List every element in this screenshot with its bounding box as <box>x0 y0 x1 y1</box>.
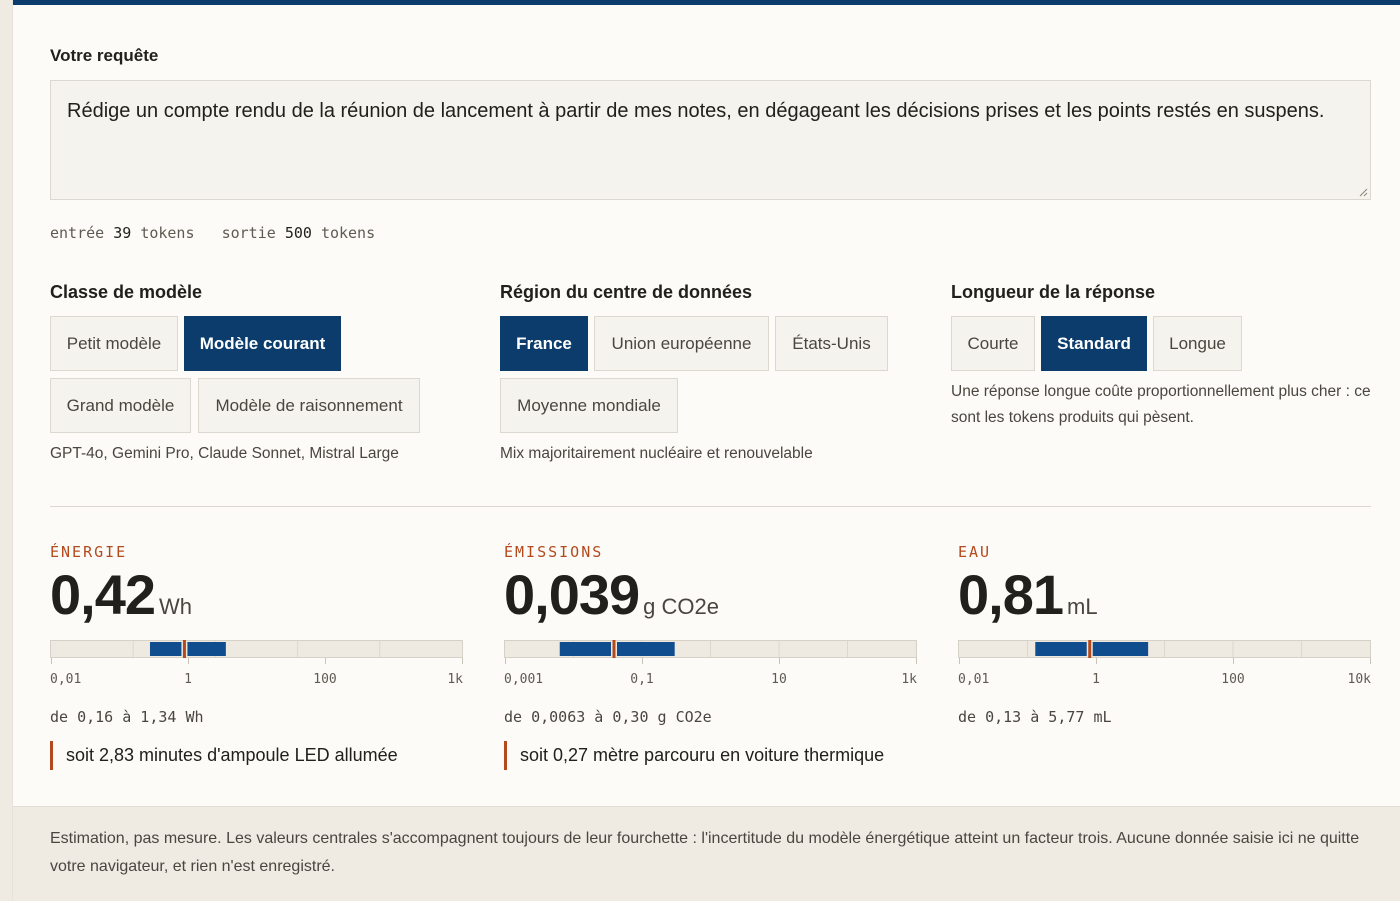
water-range: de 0,13 à 5,77 mL <box>958 708 1112 726</box>
output-tokens-unit: tokens <box>320 224 376 242</box>
option-region-world[interactable]: Moyenne mondiale <box>500 378 678 433</box>
energy-value: 0,42 <box>50 563 156 626</box>
emissions-value-block: 0,039 g CO2e <box>504 562 719 627</box>
disclaimer-footer: Estimation, pas mesure. Les valeurs cent… <box>13 806 1400 901</box>
water-range-bar <box>958 640 1371 658</box>
emissions-label: ÉMISSIONS <box>504 543 604 561</box>
water-tick-label: 100 <box>1221 672 1245 687</box>
emissions-tick-mark <box>916 658 917 664</box>
water-label: EAU <box>958 543 992 561</box>
emissions-tick-mark <box>642 658 643 664</box>
energy-label: ÉNERGIE <box>50 543 128 561</box>
water-tick-mark <box>1096 658 1097 664</box>
region-hint: Mix majoritairement nucléaire et renouve… <box>500 445 813 462</box>
emissions-tick-label: 0,001 <box>504 672 544 687</box>
energy-tick-mark <box>325 658 326 664</box>
region-title: Région du centre de données <box>500 282 753 302</box>
water-value-block: 0,81 mL <box>958 562 1098 627</box>
input-tokens-value: 39 <box>113 224 132 242</box>
energy-equivalent: soit 2,83 minutes d'ampoule LED allumée <box>50 741 398 770</box>
length-title: Longueur de la réponse <box>951 282 1156 302</box>
water-range-low-segment <box>1035 642 1087 656</box>
disclaimer-text: Estimation, pas mesure. Les valeurs cent… <box>50 830 1360 875</box>
energy-value-block: 0,42 Wh <box>50 562 192 627</box>
section-divider <box>50 506 1371 507</box>
emissions-central-marker <box>612 640 616 658</box>
water-tick-label: 10k <box>1347 672 1371 687</box>
water-tick-label: 1 <box>1092 672 1100 687</box>
energy-central-marker <box>182 640 186 658</box>
length-hint: Une réponse longue coûte proportionnelle… <box>951 383 1371 426</box>
water-unit: mL <box>1067 594 1098 619</box>
option-large-model[interactable]: Grand modèle <box>50 378 191 433</box>
option-length-standard[interactable]: Standard <box>1041 316 1147 371</box>
energy-range-low-segment <box>149 642 182 656</box>
energy-unit: Wh <box>159 594 192 619</box>
water-tick-mark <box>1370 658 1371 664</box>
water-value: 0,81 <box>958 563 1064 626</box>
request-text: Rédige un compte rendu de la réunion de … <box>67 100 1325 122</box>
emissions-tick-label: 0,1 <box>630 672 654 687</box>
output-tokens-label: sortie <box>221 224 276 242</box>
emissions-tick-mark <box>505 658 506 664</box>
emissions-range-bar <box>504 640 917 658</box>
emissions-tick-label: 1k <box>901 672 917 687</box>
option-region-eu[interactable]: Union européenne <box>594 316 769 371</box>
estimator-page: Votre requête Rédige un compte rendu de … <box>12 0 1400 901</box>
model-class-hint: GPT-4o, Gemini Pro, Claude Sonnet, Mistr… <box>50 445 399 462</box>
option-region-france[interactable]: France <box>500 316 588 371</box>
resize-grip-icon[interactable] <box>1358 187 1368 197</box>
token-counts: entrée 39 tokens sortie 500 tokens <box>50 224 375 242</box>
energy-tick-label: 1k <box>447 672 463 687</box>
water-tick-mark <box>959 658 960 664</box>
energy-tick-mark <box>188 658 189 664</box>
energy-tick-mark <box>51 658 52 664</box>
energy-tick-label: 1 <box>184 672 192 687</box>
request-textarea[interactable]: Rédige un compte rendu de la réunion de … <box>50 80 1371 200</box>
emissions-tick-label: 10 <box>771 672 787 687</box>
energy-range: de 0,16 à 1,34 Wh <box>50 708 204 726</box>
option-standard-model[interactable]: Modèle courant <box>184 316 341 371</box>
energy-tick-label: 100 <box>313 672 337 687</box>
emissions-range: de 0,0063 à 0,30 g CO2e <box>504 708 712 726</box>
energy-range-bar <box>50 640 463 658</box>
emissions-tick-mark <box>779 658 780 664</box>
water-range-high-segment <box>1092 642 1149 656</box>
option-length-short[interactable]: Courte <box>951 316 1035 371</box>
option-small-model[interactable]: Petit modèle <box>50 316 178 371</box>
option-region-us[interactable]: États-Unis <box>775 316 888 371</box>
emissions-range-high-segment <box>616 642 675 656</box>
input-tokens-label: entrée <box>50 224 105 242</box>
energy-tick-label: 0,01 <box>50 672 82 687</box>
water-tick-mark <box>1233 658 1234 664</box>
output-tokens-value: 500 <box>284 224 312 242</box>
energy-bar-track <box>50 640 463 658</box>
emissions-unit: g CO2e <box>643 594 719 619</box>
top-accent-bar <box>13 0 1400 5</box>
option-length-long[interactable]: Longue <box>1153 316 1242 371</box>
water-tick-label: 0,01 <box>958 672 990 687</box>
energy-range-high-segment <box>187 642 226 656</box>
energy-tick-mark <box>462 658 463 664</box>
option-reasoning-model[interactable]: Modèle de raisonnement <box>198 378 420 433</box>
emissions-value: 0,039 <box>504 563 640 626</box>
input-tokens-unit: tokens <box>140 224 195 242</box>
water-central-marker <box>1088 640 1092 658</box>
emissions-range-low-segment <box>559 642 611 656</box>
emissions-equivalent: soit 0,27 mètre parcouru en voiture ther… <box>504 741 884 770</box>
request-label: Votre requête <box>50 46 159 65</box>
model-class-title: Classe de modèle <box>50 282 203 302</box>
